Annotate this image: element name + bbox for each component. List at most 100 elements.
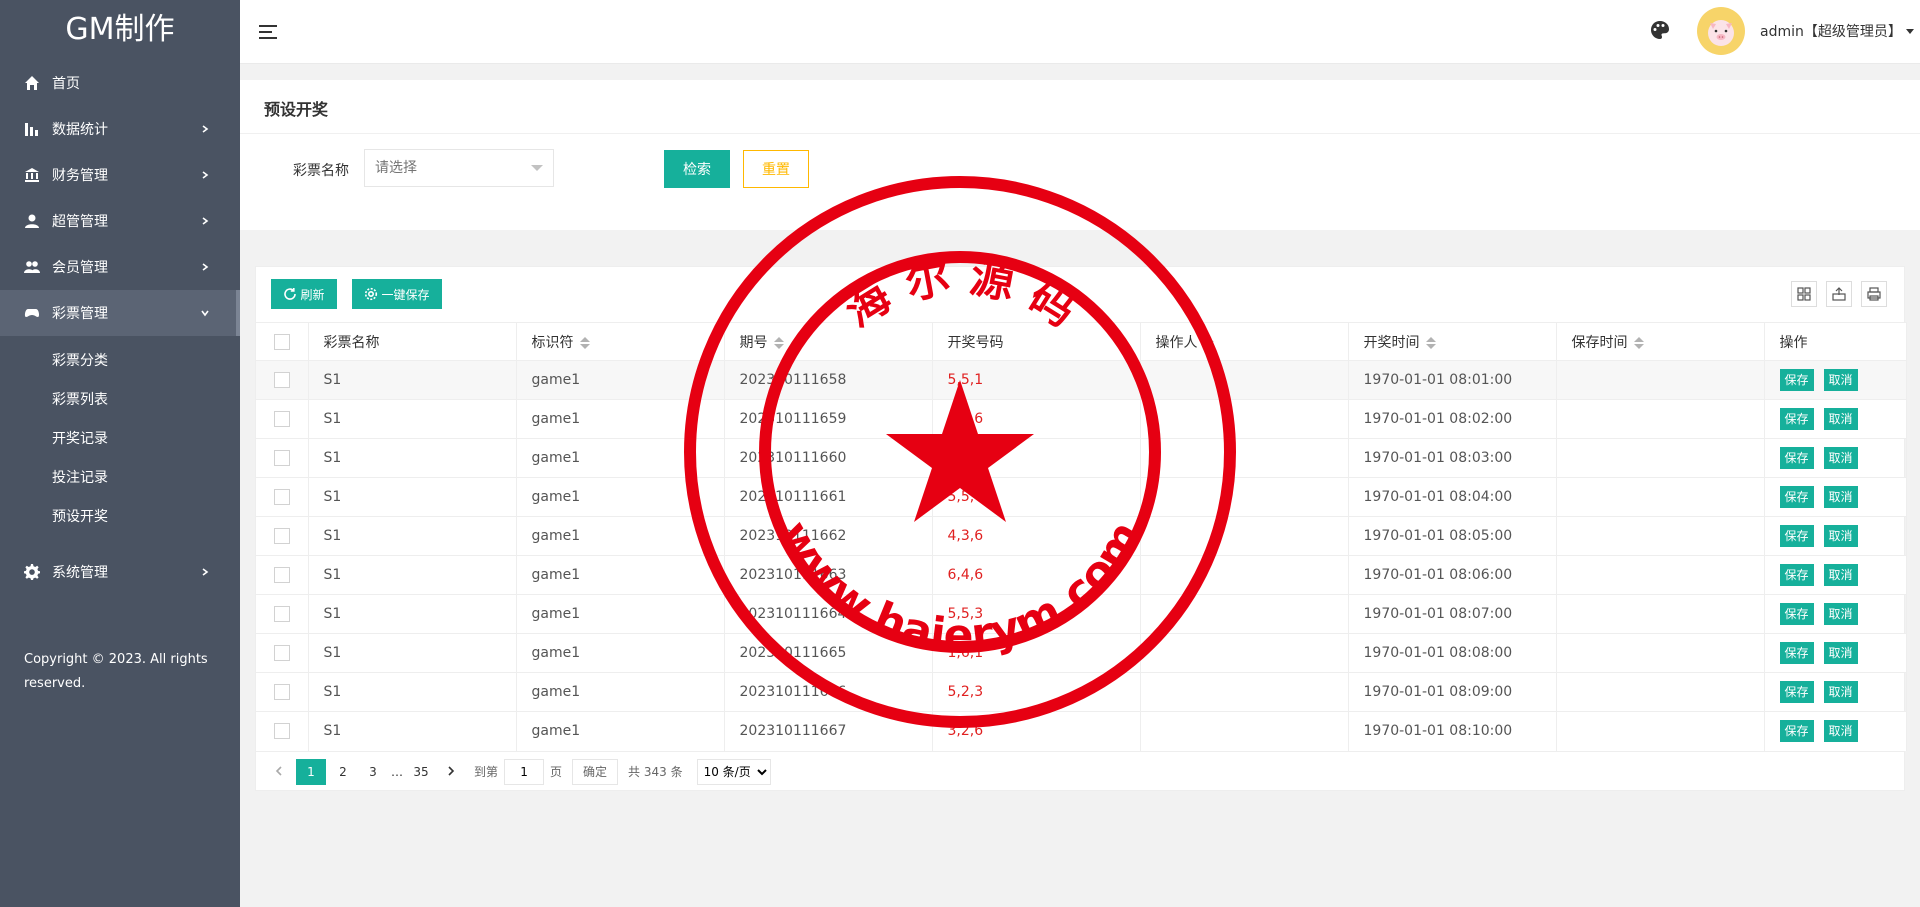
cell-save-time (1556, 633, 1765, 673)
cell-identifier: game1 (516, 360, 725, 400)
submenu-item-preset-draw[interactable]: 预设开奖 (0, 498, 240, 537)
row-save-button[interactable]: 保存 (1779, 720, 1814, 743)
row-cancel-button[interactable]: 取消 (1823, 525, 1858, 547)
sidebar-item-system[interactable]: 系统管理 (0, 549, 240, 595)
sort-icon[interactable] (579, 336, 590, 349)
pig-avatar-icon (1708, 20, 1734, 46)
column-header-sortable[interactable]: 期号 (724, 322, 933, 361)
next-page-icon[interactable] (438, 759, 464, 785)
row-cancel-button[interactable]: 取消 (1823, 681, 1858, 703)
goto-confirm-button[interactable]: 确定 (572, 758, 619, 785)
sort-icon[interactable] (1633, 336, 1644, 349)
row-save-button[interactable]: 保存 (1779, 486, 1814, 508)
submenu-item-category[interactable]: 彩票分类 (0, 342, 240, 381)
sort-icon[interactable] (1425, 336, 1436, 349)
row-checkbox[interactable] (273, 372, 290, 388)
submenu-item-list[interactable]: 彩票列表 (0, 381, 240, 420)
row-save-button[interactable]: 保存 (1779, 408, 1814, 430)
print-icon[interactable] (1861, 281, 1887, 307)
sort-icon[interactable] (773, 336, 784, 349)
column-header-sortable[interactable]: 操作人 (1140, 322, 1349, 361)
lottery-name-select[interactable]: 请选择 (364, 149, 554, 187)
row-checkbox[interactable] (273, 606, 290, 622)
cell-issue: 202310111667 (724, 711, 933, 751)
reset-button[interactable]: 重置 (743, 150, 809, 188)
cell-operator (1140, 594, 1349, 634)
refresh-button[interactable]: 刷新 (271, 279, 337, 309)
lottery-name-label: 彩票名称 (293, 163, 349, 179)
row-save-button[interactable]: 保存 (1779, 642, 1814, 664)
page-number[interactable]: 35 (408, 759, 434, 785)
gear-icon (22, 564, 42, 580)
row-checkbox[interactable] (273, 567, 290, 583)
row-checkbox-cell (256, 672, 309, 712)
column-header-sortable[interactable]: 标识符 (516, 322, 725, 361)
row-checkbox[interactable] (273, 684, 290, 700)
submenu-item-bet-records[interactable]: 投注记录 (0, 459, 240, 498)
row-save-button[interactable]: 保存 (1779, 369, 1814, 391)
user-menu[interactable]: admin【超级管理员】 (1760, 21, 1914, 41)
row-checkbox[interactable] (273, 528, 290, 544)
row-save-button[interactable]: 保存 (1779, 447, 1814, 469)
row-cancel-button[interactable]: 取消 (1823, 564, 1858, 586)
row-cancel-button[interactable]: 取消 (1823, 603, 1858, 625)
row-save-button[interactable]: 保存 (1779, 525, 1814, 547)
sidebar-item-finance[interactable]: 财务管理 (0, 152, 240, 198)
column-header-sortable[interactable]: 开奖时间 (1348, 322, 1557, 361)
cell-identifier: game1 (516, 477, 725, 517)
row-checkbox[interactable] (273, 723, 290, 740)
row-save-button[interactable]: 保存 (1779, 603, 1814, 625)
save-all-button[interactable]: 一键保存 (352, 279, 442, 309)
export-icon[interactable] (1826, 281, 1852, 307)
page-number[interactable]: 2 (330, 759, 356, 785)
sidebar-item-home[interactable]: 首页 (0, 60, 240, 106)
search-button[interactable]: 检索 (664, 150, 730, 188)
cell-actions: 保存 取消 (1764, 594, 1907, 634)
goto-label: 到第 (474, 765, 499, 779)
page-unit-label: 页 (550, 765, 563, 779)
menu-toggle-icon[interactable] (256, 20, 280, 44)
search-panel: 预设开奖 彩票名称 请选择 检索 重置 (240, 80, 1920, 230)
palette-icon[interactable] (1650, 20, 1672, 42)
goto-page-input[interactable] (504, 758, 545, 785)
sidebar-item-members[interactable]: 会员管理 (0, 244, 240, 290)
sidebar-item-statistics[interactable]: 数据统计 (0, 106, 240, 152)
sort-icon[interactable] (1203, 336, 1214, 349)
columns-filter-icon[interactable] (1791, 281, 1817, 307)
cell-draw-time: 1970-01-01 08:04:00 (1348, 477, 1557, 517)
row-cancel-button[interactable]: 取消 (1823, 486, 1858, 508)
column-header-sortable[interactable]: 保存时间 (1556, 322, 1765, 361)
page-size-select[interactable]: 10 条/页 (696, 758, 771, 785)
submenu-item-draw-records[interactable]: 开奖记录 (0, 420, 240, 459)
row-cancel-button[interactable]: 取消 (1823, 642, 1858, 664)
row-save-button[interactable]: 保存 (1779, 564, 1814, 586)
row-checkbox-cell (256, 516, 309, 556)
cell-lottery-name: S1 (308, 360, 517, 400)
page-number-current[interactable]: 1 (296, 758, 326, 785)
column-header-label: 操作人 (1155, 334, 1198, 351)
page-number[interactable]: 3 (360, 759, 386, 785)
prev-page-icon[interactable] (266, 759, 292, 785)
avatar[interactable] (1697, 7, 1745, 55)
column-header-label: 保存时间 (1571, 334, 1628, 351)
row-checkbox[interactable] (273, 411, 290, 427)
cell-actions: 保存 取消 (1764, 711, 1907, 751)
cell-draw-numbers: 5,5,3 (932, 594, 1141, 634)
table-row: S1 game1 202310111664 5,5,3 1970-01-01 08:07… (256, 594, 1907, 634)
sidebar-item-admins[interactable]: 超管管理 (0, 198, 240, 244)
row-cancel-button[interactable]: 取消 (1823, 720, 1858, 743)
row-checkbox[interactable] (273, 489, 290, 505)
cell-draw-numbers: 5,2,3 (932, 672, 1141, 712)
cell-actions: 保存 取消 (1764, 438, 1907, 478)
row-cancel-button[interactable]: 取消 (1823, 447, 1858, 469)
row-cancel-button[interactable]: 取消 (1823, 408, 1858, 430)
select-all-checkbox[interactable] (273, 333, 290, 350)
row-checkbox[interactable] (273, 645, 290, 661)
sidebar-item-label: 会员管理 (52, 260, 108, 276)
sidebar-item-lottery[interactable]: 彩票管理 (0, 290, 240, 336)
row-checkbox[interactable] (273, 450, 290, 466)
row-save-button[interactable]: 保存 (1779, 681, 1814, 703)
row-cancel-button[interactable]: 取消 (1823, 369, 1858, 391)
table-row: S1 game1 202310111666 5,2,3 1970-01-01 08:09… (256, 672, 1907, 712)
caret-down-icon (531, 165, 543, 171)
